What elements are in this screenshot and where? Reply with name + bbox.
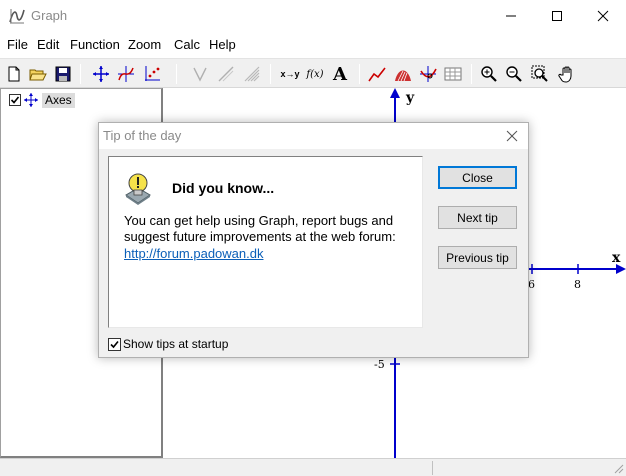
axes-visibility-checkbox[interactable] bbox=[9, 94, 21, 106]
menu-file[interactable]: File bbox=[7, 37, 28, 52]
next-tip-label: Next tip bbox=[457, 210, 498, 225]
x-axis-label: x bbox=[612, 250, 621, 266]
insert-xy-label: x→y bbox=[280, 69, 300, 79]
maximize-icon bbox=[552, 10, 562, 21]
maximize-button[interactable] bbox=[534, 0, 580, 31]
minimize-button[interactable] bbox=[488, 0, 534, 31]
relation-disabled-icon bbox=[218, 66, 234, 82]
tip-body-text: You can get help using Graph, report bug… bbox=[124, 213, 396, 244]
insert-text-button[interactable]: A bbox=[329, 63, 351, 85]
insert-fx-label: f(x) bbox=[306, 68, 324, 80]
menu-help[interactable]: Help bbox=[209, 37, 236, 52]
trendline-icon bbox=[368, 67, 386, 82]
axes-item-icon bbox=[24, 93, 38, 107]
tree-item-axes[interactable]: Axes bbox=[9, 92, 75, 108]
y-tick-label-minus-5: -5 bbox=[374, 358, 385, 371]
status-bar bbox=[0, 458, 626, 476]
forum-link[interactable]: http://forum.padowan.dk bbox=[124, 246, 263, 261]
area-shade-icon bbox=[395, 70, 411, 82]
function-curve-icon bbox=[118, 66, 134, 82]
point-series-icon bbox=[145, 66, 160, 81]
close-button-label: Close bbox=[462, 170, 493, 185]
shade-area-button[interactable] bbox=[392, 63, 414, 85]
table-grid-icon bbox=[444, 67, 462, 81]
size-grip-icon[interactable] bbox=[612, 462, 624, 474]
status-separator bbox=[432, 461, 433, 475]
new-file-icon bbox=[8, 66, 20, 82]
next-tip-button[interactable]: Next tip bbox=[438, 206, 517, 229]
x-tick-label-8: 8 bbox=[574, 278, 581, 291]
menu-function[interactable]: Function bbox=[70, 37, 120, 52]
insert-shading-button bbox=[241, 63, 263, 85]
toolbar-separator bbox=[471, 64, 472, 84]
menu-calc[interactable]: Calc bbox=[174, 37, 200, 52]
show-tips-checkbox[interactable] bbox=[108, 337, 121, 351]
axes-cross-icon bbox=[93, 66, 109, 82]
dialog-close-icon[interactable] bbox=[504, 128, 520, 144]
save-disk-icon bbox=[55, 66, 71, 82]
zoom-window-icon bbox=[531, 65, 548, 82]
pan-button[interactable] bbox=[556, 63, 578, 85]
insert-xy-button[interactable]: x→y bbox=[278, 63, 302, 85]
tip-of-the-day-dialog: Tip of the day Did you know... You can g… bbox=[98, 122, 529, 358]
graph-app-icon bbox=[9, 9, 25, 24]
previous-tip-label: Previous tip bbox=[446, 250, 509, 265]
close-window-button[interactable] bbox=[580, 0, 626, 31]
save-button[interactable] bbox=[52, 63, 74, 85]
y-axis-arrow bbox=[390, 88, 400, 98]
show-tips-label: Show tips at startup bbox=[123, 337, 229, 351]
close-button[interactable]: Close bbox=[438, 166, 517, 189]
text-tool-label: A bbox=[333, 63, 347, 85]
close-icon bbox=[597, 10, 609, 21]
toolbar-separator bbox=[270, 64, 271, 84]
evaluate-button[interactable] bbox=[417, 63, 439, 85]
x-tick-label-6: 6 bbox=[528, 278, 535, 291]
minimize-icon bbox=[506, 15, 516, 16]
open-folder-icon bbox=[29, 69, 47, 81]
zoom-in-button[interactable] bbox=[478, 63, 500, 85]
checkmark-icon bbox=[10, 96, 20, 104]
tangent-disabled-icon bbox=[193, 67, 207, 82]
menu-edit[interactable]: Edit bbox=[37, 37, 59, 52]
insert-function-button[interactable] bbox=[115, 63, 137, 85]
zoom-out-icon bbox=[506, 66, 522, 82]
toolbar: x→y f(x) A bbox=[0, 58, 626, 88]
open-button[interactable] bbox=[27, 63, 49, 85]
dialog-title-bar: Tip of the day bbox=[99, 123, 528, 149]
previous-tip-button[interactable]: Previous tip bbox=[438, 246, 517, 269]
y-axis-label: y bbox=[405, 90, 415, 106]
new-button[interactable] bbox=[3, 63, 25, 85]
shading-disabled-icon bbox=[244, 66, 260, 82]
trendline-button[interactable] bbox=[366, 63, 388, 85]
table-button[interactable] bbox=[442, 63, 464, 85]
zoom-window-button[interactable] bbox=[529, 63, 551, 85]
toolbar-separator bbox=[176, 64, 177, 84]
tip-heading: Did you know... bbox=[172, 180, 275, 196]
menu-zoom[interactable]: Zoom bbox=[128, 37, 161, 52]
show-tips-option[interactable]: Show tips at startup bbox=[108, 336, 228, 352]
title-bar: Graph bbox=[0, 0, 626, 32]
toolbar-separator bbox=[359, 64, 360, 84]
checkmark-icon bbox=[110, 340, 119, 348]
insert-relation-button bbox=[215, 63, 237, 85]
dialog-title: Tip of the day bbox=[103, 128, 182, 143]
zoom-out-button[interactable] bbox=[503, 63, 525, 85]
evaluate-icon bbox=[420, 66, 437, 82]
hand-pan-icon bbox=[558, 66, 572, 83]
insert-fx-button[interactable]: f(x) bbox=[304, 63, 326, 85]
zoom-in-icon bbox=[481, 66, 497, 82]
toolbar-separator bbox=[80, 64, 81, 84]
axes-label: Axes bbox=[42, 92, 75, 108]
window-title: Graph bbox=[31, 8, 68, 23]
insert-point-series-button[interactable] bbox=[141, 63, 163, 85]
menu-bar: File Edit Function Zoom Calc Help bbox=[0, 33, 626, 57]
lightbulb-icon bbox=[125, 173, 151, 205]
insert-tangent-button bbox=[189, 63, 211, 85]
axes-settings-button[interactable] bbox=[90, 63, 112, 85]
tip-content-box: Did you know... You can get help using G… bbox=[108, 156, 423, 328]
